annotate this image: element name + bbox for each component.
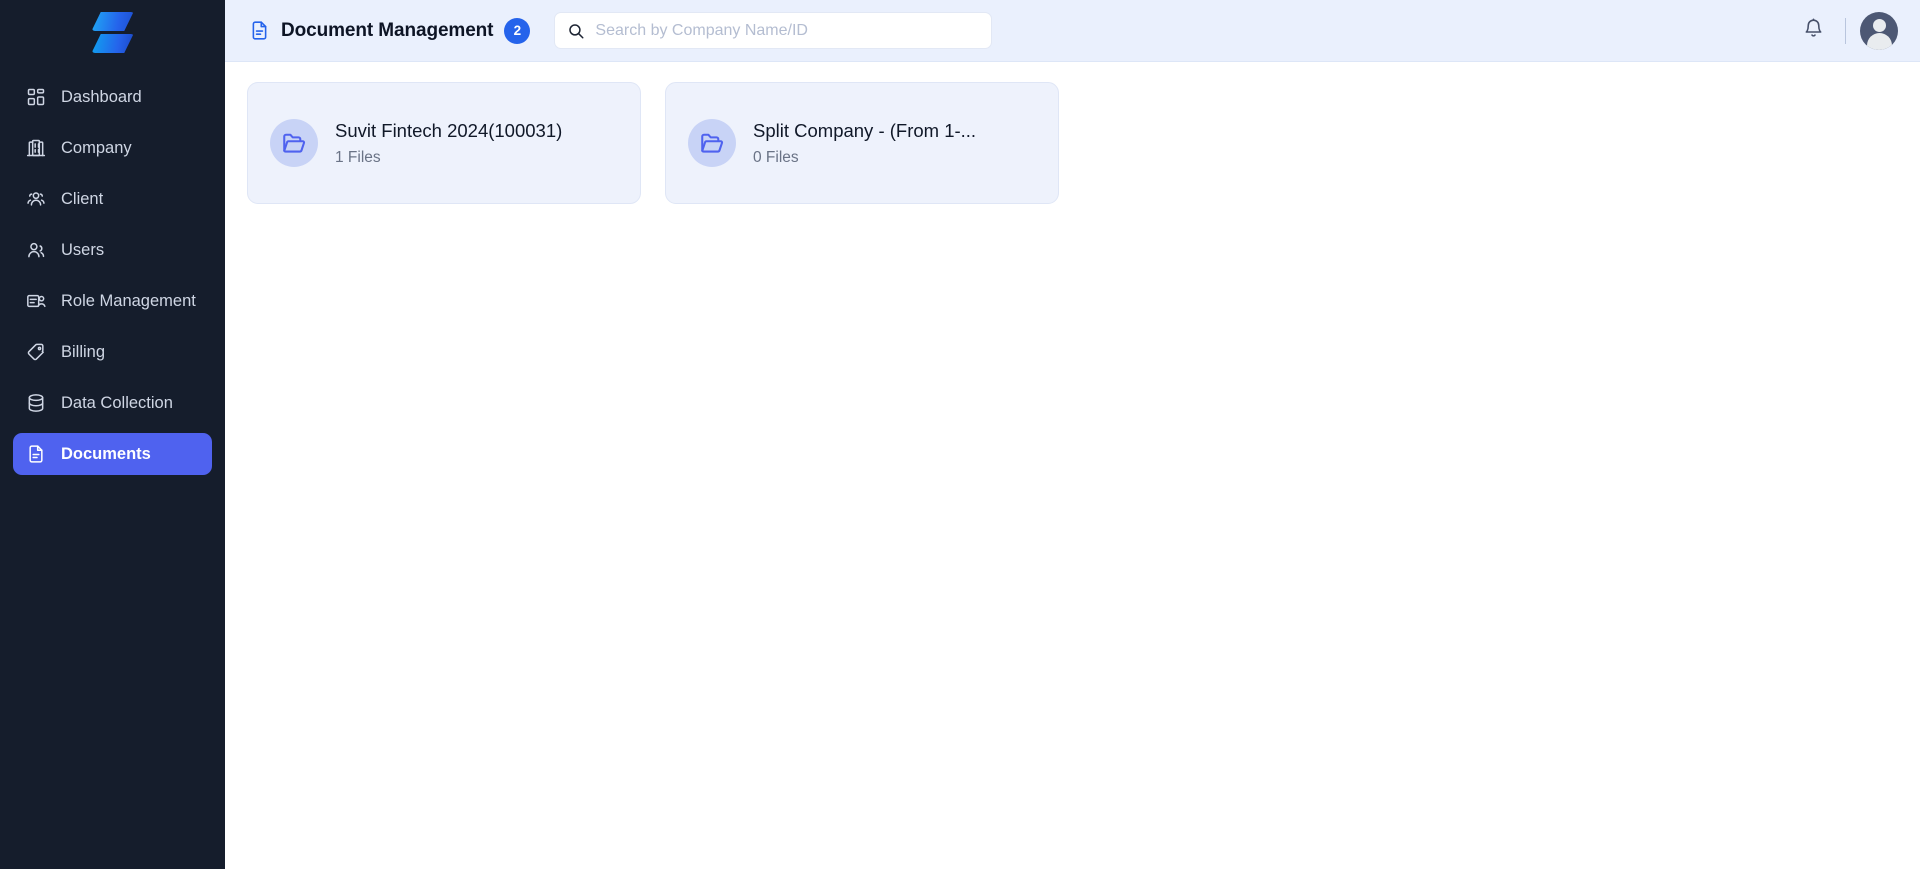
- user-avatar[interactable]: [1860, 11, 1898, 50]
- suvit-logo: [91, 10, 134, 56]
- sidebar-item-role-management[interactable]: Role Management: [13, 280, 212, 322]
- count-badge: 2: [504, 17, 531, 44]
- open-folder-icon: [688, 119, 736, 167]
- app-root: Dashboard Company Client Users Role Mana…: [0, 0, 1920, 869]
- sidebar-item-data-collection[interactable]: Data Collection: [13, 382, 212, 424]
- open-folder-icon: [270, 119, 318, 167]
- page-title: Document Management: [281, 19, 494, 41]
- document-icon: [249, 19, 270, 42]
- notification-bell-button[interactable]: [1795, 13, 1831, 49]
- bell-icon: [1803, 18, 1824, 44]
- folder-card[interactable]: Suvit Fintech 2024(100031) 1 Files: [247, 82, 641, 204]
- sidebar-item-documents[interactable]: Documents: [13, 433, 212, 475]
- topbar: Document Management 2: [225, 0, 1920, 62]
- sidebar-item-label: Role Management: [61, 291, 196, 310]
- page-title-group: Document Management 2: [249, 17, 531, 44]
- sidebar-item-label: Client: [61, 189, 104, 208]
- avatar-head: [1872, 18, 1886, 32]
- sidebar-item-label: Dashboard: [61, 87, 142, 106]
- main-area: Document Management 2 Search by Company …: [225, 0, 1920, 869]
- logo-container[interactable]: [0, 0, 225, 66]
- sidebar-item-label: Documents: [61, 444, 151, 463]
- users-group-icon: [25, 189, 46, 210]
- sidebar-item-label: Users: [61, 240, 105, 259]
- search-box[interactable]: [554, 12, 993, 49]
- logo-bar-bottom: [91, 34, 134, 53]
- id-card-icon: [25, 291, 46, 312]
- folder-meta: Split Company - (From 1-... 0 Files: [753, 120, 976, 167]
- folder-card-grid: Suvit Fintech 2024(100031) 1 Files Split…: [247, 82, 1898, 204]
- sidebar-item-label: Billing: [61, 342, 106, 361]
- folder-meta: Suvit Fintech 2024(100031) 1 Files: [335, 120, 562, 167]
- search-icon: [567, 22, 585, 40]
- tag-icon: [25, 342, 46, 363]
- topbar-divider: [1845, 17, 1846, 44]
- sidebar-item-label: Data Collection: [61, 393, 173, 412]
- sidebar-nav: Dashboard Company Client Users Role Mana…: [0, 76, 225, 475]
- sidebar-item-label: Company: [61, 138, 132, 157]
- sidebar: Dashboard Company Client Users Role Mana…: [0, 0, 225, 869]
- content-area: Suvit Fintech 2024(100031) 1 Files Split…: [225, 62, 1920, 869]
- folder-card[interactable]: Split Company - (From 1-... 0 Files: [665, 82, 1059, 204]
- sidebar-item-company[interactable]: Company: [13, 127, 212, 169]
- topbar-right: [1795, 11, 1898, 50]
- dashboard-icon: [25, 87, 46, 108]
- sidebar-item-billing[interactable]: Billing: [13, 331, 212, 373]
- sidebar-item-client[interactable]: Client: [13, 178, 212, 220]
- building-icon: [25, 138, 46, 159]
- search-input[interactable]: [595, 13, 980, 48]
- avatar-body: [1866, 32, 1892, 50]
- folder-name: Suvit Fintech 2024(100031): [335, 119, 563, 141]
- database-icon: [25, 393, 46, 414]
- sidebar-item-dashboard[interactable]: Dashboard: [13, 76, 212, 118]
- sidebar-item-users[interactable]: Users: [13, 229, 212, 271]
- folder-file-count: 0 Files: [753, 148, 799, 166]
- logo-bar-top: [91, 12, 134, 31]
- document-icon: [25, 444, 46, 465]
- user-icon: [25, 240, 46, 261]
- folder-file-count: 1 Files: [335, 148, 381, 166]
- folder-name: Split Company - (From 1-...: [753, 119, 977, 141]
